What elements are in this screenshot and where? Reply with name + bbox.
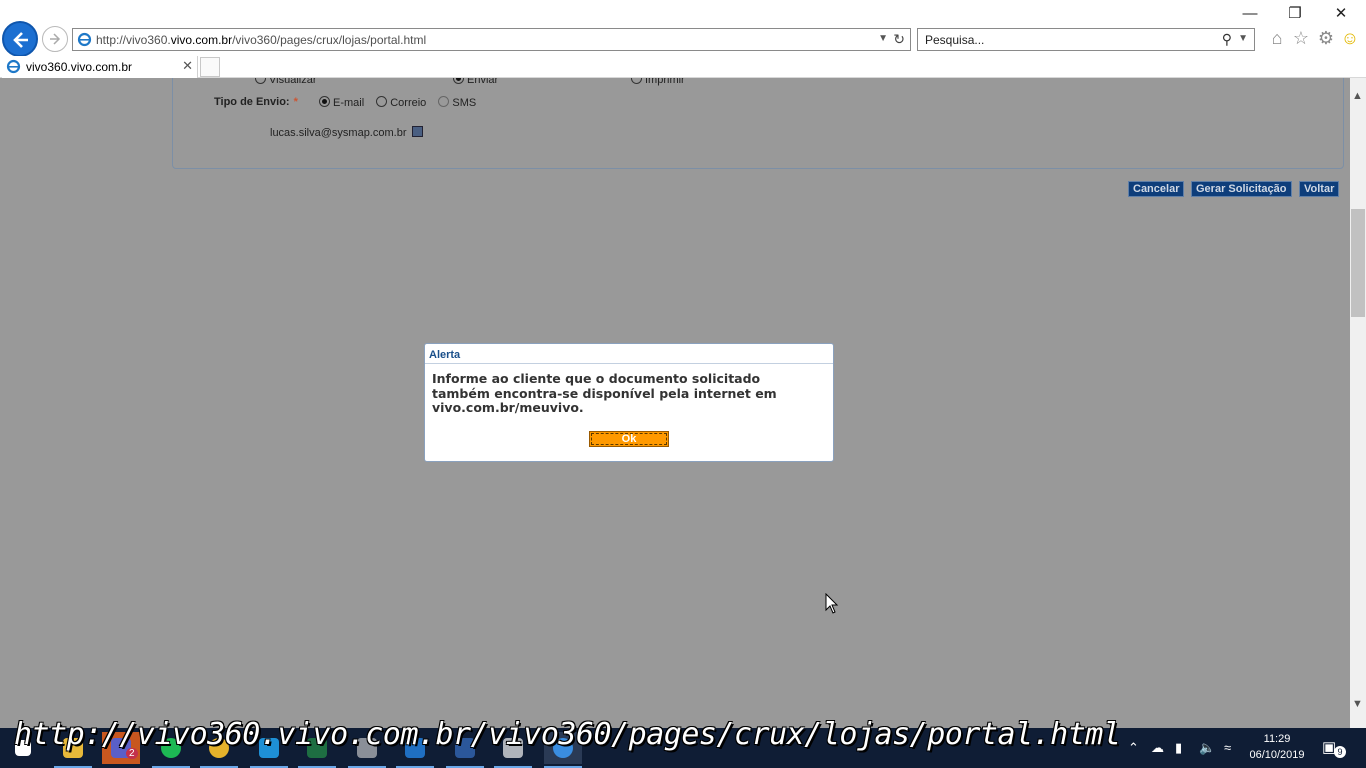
- minimize-button[interactable]: —: [1235, 4, 1265, 24]
- option-imprimir[interactable]: Imprimir: [631, 78, 685, 86]
- voltar-button[interactable]: Voltar: [1299, 181, 1340, 197]
- tray-chevron-icon[interactable]: ⌃: [1128, 740, 1139, 756]
- battery-icon[interactable]: ▮: [1175, 740, 1182, 756]
- url-text: http://vivo360.vivo.com.br/vivo360/pages…: [96, 33, 427, 47]
- search-box[interactable]: Pesquisa... ⚲ ▼: [917, 28, 1255, 51]
- scroll-up-icon[interactable]: ▲: [1352, 90, 1363, 102]
- forward-icon: [50, 33, 61, 45]
- cancelar-button[interactable]: Cancelar: [1128, 181, 1185, 197]
- option-correio[interactable]: Correio: [376, 96, 426, 109]
- address-dropdown-icon[interactable]: ▼: [878, 33, 888, 44]
- alert-title: Alerta: [425, 344, 833, 364]
- close-window-button[interactable]: ✕: [1326, 4, 1356, 24]
- option-visualizar[interactable]: Visualizar: [255, 78, 317, 86]
- radio-enviar[interactable]: [453, 78, 464, 84]
- page-content: Visualizar Enviar Imprimir Tipo de Envio…: [0, 78, 1350, 728]
- option-enviar[interactable]: Enviar: [453, 78, 498, 86]
- gerar-solicitacao-button[interactable]: Gerar Solicitação: [1191, 181, 1292, 197]
- option-email[interactable]: E-mail: [319, 96, 364, 109]
- search-icon[interactable]: ⚲: [1222, 31, 1232, 48]
- radio-correio[interactable]: [376, 96, 388, 107]
- vertical-scrollbar[interactable]: ▲ ▼: [1350, 78, 1366, 728]
- back-icon: [13, 32, 28, 48]
- refresh-icon[interactable]: ↻: [893, 31, 905, 48]
- clock[interactable]: 11:29 06/10/2019: [1245, 731, 1309, 763]
- tipo-envio-label: Tipo de Envio: *: [214, 96, 298, 108]
- tipo-envio-options: E-mail Correio SMS: [319, 96, 485, 109]
- star-icon[interactable]: ☆: [1291, 28, 1311, 48]
- gear-icon[interactable]: ⚙: [1316, 28, 1336, 48]
- address-bar[interactable]: http://vivo360.vivo.com.br/vivo360/pages…: [72, 28, 911, 51]
- clock-time: 11:29: [1263, 733, 1291, 745]
- ok-button[interactable]: Ok: [589, 431, 669, 447]
- clock-date: 06/10/2019: [1249, 749, 1305, 761]
- email-value: lucas.silva@sysmap.com.br: [270, 126, 424, 139]
- mouse-cursor-icon: [825, 593, 839, 614]
- home-icon[interactable]: ⌂: [1267, 28, 1287, 48]
- tab-vivo360[interactable]: vivo360.vivo.com.br ✕: [2, 56, 198, 78]
- radio-email[interactable]: [319, 96, 330, 107]
- required-mark: *: [293, 96, 298, 108]
- new-tab-button[interactable]: [200, 57, 220, 77]
- radio-imprimir[interactable]: [631, 78, 642, 84]
- notification-center-icon[interactable]: ▣ 9: [1322, 738, 1346, 758]
- ie-favicon-icon: [77, 32, 92, 47]
- ie-favicon-icon: [6, 59, 21, 74]
- search-placeholder: Pesquisa...: [925, 33, 985, 47]
- scroll-thumb[interactable]: [1351, 209, 1365, 317]
- wifi-icon[interactable]: ≈: [1224, 740, 1231, 755]
- status-bar-url: http://vivo360.vivo.com.br/vivo360/pages…: [14, 717, 1121, 752]
- tab-bar: vivo360.vivo.com.br ✕: [0, 56, 1366, 78]
- close-tab-icon[interactable]: ✕: [182, 58, 193, 74]
- alert-message: Informe ao cliente que o documento solic…: [432, 371, 777, 415]
- search-dropdown-icon[interactable]: ▼: [1238, 33, 1248, 44]
- radio-sms: [438, 96, 450, 107]
- forward-button[interactable]: [42, 26, 68, 52]
- scroll-down-icon[interactable]: ▼: [1352, 698, 1363, 710]
- onedrive-icon[interactable]: ☁: [1151, 740, 1164, 756]
- browser-toolbar: — ❐ ✕ http://vivo360.vivo.com.br/vivo360…: [0, 0, 1366, 57]
- tab-title: vivo360.vivo.com.br: [26, 60, 133, 74]
- restore-button[interactable]: ❐: [1280, 4, 1310, 24]
- volume-icon[interactable]: 🔈: [1199, 740, 1215, 756]
- alert-dialog: Alerta Informe ao cliente que o document…: [424, 343, 834, 462]
- option-sms: SMS: [438, 96, 476, 109]
- notification-count: 9: [1334, 746, 1346, 758]
- back-button[interactable]: [2, 21, 38, 57]
- smiley-icon[interactable]: ☺: [1340, 28, 1360, 48]
- radio-visualizar[interactable]: [255, 78, 266, 84]
- edit-email-icon[interactable]: [412, 126, 424, 137]
- envio-form-panel: Visualizar Enviar Imprimir Tipo de Envio…: [172, 78, 1344, 169]
